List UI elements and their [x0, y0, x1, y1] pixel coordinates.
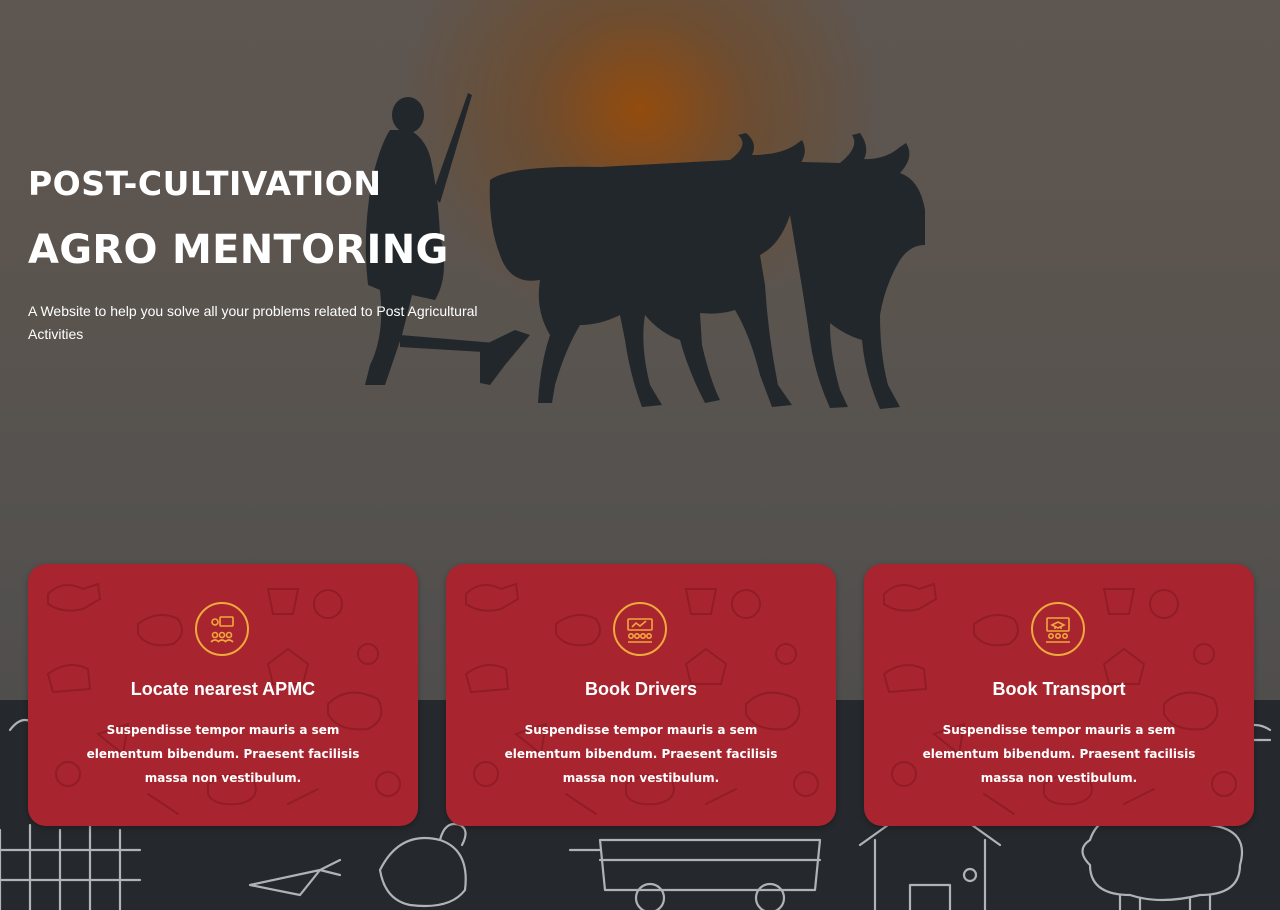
card-description: Suspendisse tempor mauris a sem elementu… [504, 723, 778, 785]
card-title: Book Drivers [584, 679, 698, 699]
card-title: Locate nearest APMC [130, 679, 316, 699]
card-description: Suspendisse tempor mauris a sem elementu… [86, 723, 360, 785]
service-card-transport[interactable]: Book Transport Suspendisse tempor mauris… [864, 564, 1254, 826]
drivers-icon [613, 602, 667, 656]
card-description: Suspendisse tempor mauris a sem elementu… [922, 723, 1196, 785]
hero-headline: AGRO MENTORING [28, 227, 449, 273]
hero-text-block: POST-CULTIVATION AGRO MENTORING A Websit… [28, 160, 548, 346]
apmc-market-icon [195, 602, 249, 656]
hero-description: A Website to help you solve all your pro… [28, 303, 478, 342]
card-title: Book Transport [992, 679, 1126, 699]
service-card-drivers[interactable]: Book Drivers Suspendisse tempor mauris a… [446, 564, 836, 826]
service-card-apmc[interactable]: Locate nearest APMC Suspendisse tempor m… [28, 564, 418, 826]
transport-icon [1031, 602, 1085, 656]
hero-kicker: POST-CULTIVATION [28, 164, 382, 203]
